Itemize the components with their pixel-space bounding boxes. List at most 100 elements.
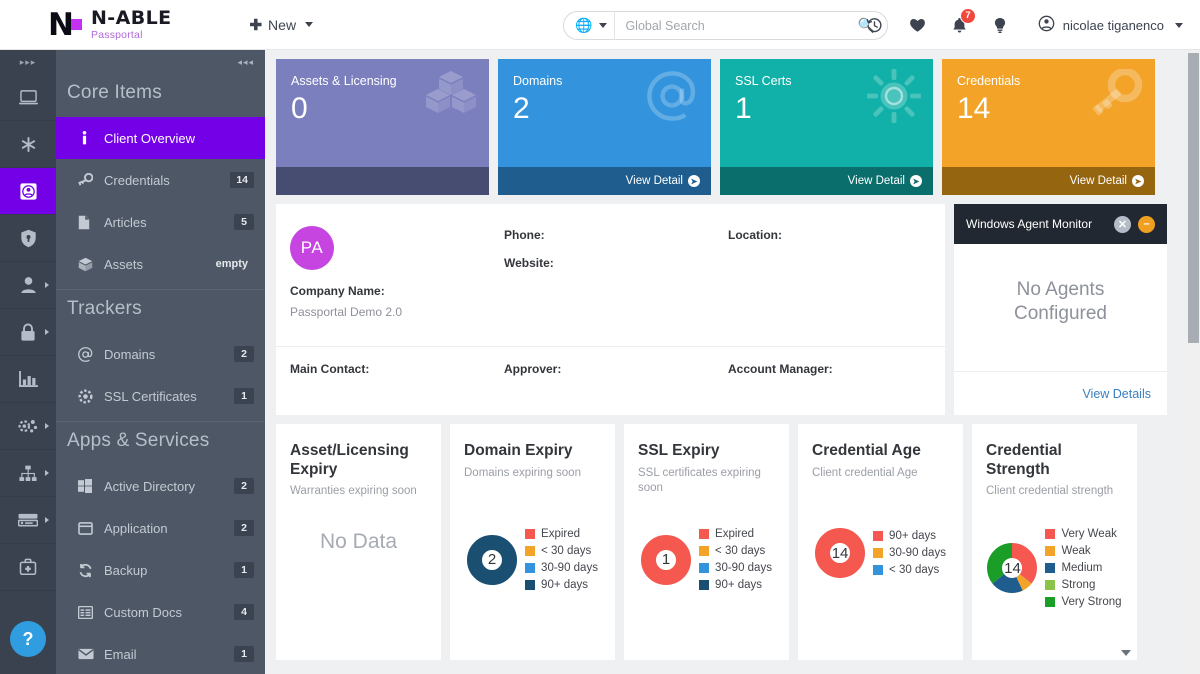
sidebar-item-badge: empty xyxy=(215,258,248,270)
stat-card-domains[interactable]: Domains 2 View Detail ➤ xyxy=(498,59,711,195)
stat-card-credentials[interactable]: Credentials 14 View Detail ➤ xyxy=(942,59,1155,195)
stat-card-footer[interactable]: View Detail ➤ xyxy=(498,167,711,195)
chart-legend: Expired < 30 days 30-90 days 90+ days xyxy=(699,528,772,591)
rail-item-reports[interactable] xyxy=(0,356,56,403)
sidebar-item-active-directory[interactable]: Active Directory 2 xyxy=(56,465,265,507)
sidebar-item-domains[interactable]: Domains 2 xyxy=(56,333,265,375)
at-sign-icon xyxy=(645,69,699,132)
stat-card-footer[interactable]: View Detail ➤ xyxy=(720,167,933,195)
chart-legend-item[interactable]: Expired xyxy=(699,528,772,540)
rail-item-dashboard[interactable] xyxy=(0,74,56,121)
chart-legend-item[interactable]: 90+ days xyxy=(525,579,598,591)
legend-label: Weak xyxy=(1061,545,1091,557)
rail-item-settings[interactable] xyxy=(0,403,56,450)
sidebar-collapse-toggle[interactable]: ◂◂◂ xyxy=(56,50,265,74)
chart-legend-item[interactable]: < 30 days xyxy=(699,545,772,557)
client-info-card: PA Company Name: Passportal Demo 2.0 Pho… xyxy=(276,204,945,415)
rail-item-security[interactable] xyxy=(0,215,56,262)
rail-item-users[interactable] xyxy=(0,262,56,309)
sun-gear-icon xyxy=(866,68,922,132)
chart-legend-item[interactable]: 90+ days xyxy=(873,530,946,542)
chevron-right-icon xyxy=(45,423,49,429)
user-menu[interactable]: nicolae tiganenco xyxy=(1038,0,1183,50)
history-icon[interactable] xyxy=(866,17,883,34)
arrow-right-icon: ➤ xyxy=(688,175,700,187)
legend-label: 30-90 days xyxy=(715,562,772,574)
donut-chart[interactable]: 14 xyxy=(815,528,866,578)
key-icon xyxy=(78,173,104,187)
new-button[interactable]: ✚ New xyxy=(249,16,314,34)
sidebar-item-client-overview[interactable]: Client Overview xyxy=(56,117,265,159)
help-button[interactable]: ? xyxy=(10,621,46,657)
sidebar-item-badge: 2 xyxy=(234,478,254,494)
close-icon[interactable]: ✕ xyxy=(1114,215,1131,233)
chart-legend-item[interactable]: 30-90 days xyxy=(873,547,946,559)
agent-empty-line-2: Configured xyxy=(1014,302,1107,324)
agent-monitor-footer: View Details xyxy=(954,371,1167,415)
chart-legend-item[interactable]: Medium xyxy=(1045,562,1121,574)
rail-item-org-structure[interactable] xyxy=(0,450,56,497)
sidebar-item-label: Backup xyxy=(104,562,148,578)
app-logo[interactable]: N N-ABLE Passportal xyxy=(48,6,171,43)
stat-card-assets-licensing[interactable]: Assets & Licensing 0 xyxy=(276,59,489,195)
chart-legend-item[interactable]: < 30 days xyxy=(525,545,598,557)
stat-card-ssl-certs[interactable]: SSL Certs 1 View Detail ➤ xyxy=(720,59,933,195)
chart-legend-item[interactable]: Strong xyxy=(1045,579,1121,591)
left-icon-rail: ▸▸▸ ? xyxy=(0,50,56,674)
chart-title: Credential Strength xyxy=(986,442,1062,478)
chart-legend-item[interactable]: Expired xyxy=(525,528,598,540)
chart-legend-item[interactable]: 90+ days xyxy=(699,579,772,591)
scroll-down-icon[interactable] xyxy=(1121,650,1131,656)
search-scope-selector[interactable]: 🌐 xyxy=(564,17,614,34)
legend-label: Very Weak xyxy=(1061,528,1117,540)
stat-card-footer[interactable]: View Detail ➤ xyxy=(942,167,1155,195)
chart-legend-item[interactable]: Very Weak xyxy=(1045,528,1121,540)
search-input[interactable] xyxy=(615,18,846,33)
legend-swatch xyxy=(1045,563,1056,573)
info-divider xyxy=(276,346,945,347)
view-details-link[interactable]: View Details xyxy=(1082,387,1151,401)
main-scrollbar[interactable] xyxy=(1187,50,1200,674)
rail-item-devices[interactable] xyxy=(0,497,56,544)
legend-label: Medium xyxy=(1061,562,1103,574)
sidebar-item-label: Email xyxy=(104,646,137,662)
chart-legend-item[interactable]: < 30 days xyxy=(873,564,946,576)
chart-legend-item[interactable]: Weak xyxy=(1045,545,1121,557)
notifications-bell-icon[interactable]: 7 xyxy=(952,7,976,34)
legend-swatch xyxy=(699,529,710,539)
sidebar-item-ssl-certificates[interactable]: SSL Certificates 1 xyxy=(56,375,265,417)
sidebar-item-assets[interactable]: Assets empty xyxy=(56,243,265,285)
donut-chart[interactable]: 2 xyxy=(467,534,518,585)
sidebar-item-badge: 2 xyxy=(234,346,254,362)
info-icon xyxy=(78,131,104,145)
legend-label: 90+ days xyxy=(889,530,937,542)
rail-item-clients[interactable] xyxy=(0,168,56,215)
rail-expand-toggle[interactable]: ▸▸▸ xyxy=(0,50,56,74)
logo-letter: N xyxy=(48,6,74,43)
tips-lightbulb-icon[interactable] xyxy=(993,17,1007,34)
chart-legend-item[interactable]: 30-90 days xyxy=(525,562,598,574)
chart-legend-item[interactable]: Very Strong xyxy=(1045,596,1122,608)
favorites-heart-icon[interactable] xyxy=(909,17,926,33)
agent-empty-line-1: No Agents xyxy=(1016,278,1105,300)
chart-title: Domain Expiry xyxy=(464,442,573,459)
sidebar-item-articles[interactable]: Articles 5 xyxy=(56,201,265,243)
rail-item-toolkit[interactable] xyxy=(0,544,56,591)
chart-card-credential-age: Credential Age Client credential Age 14 90+… xyxy=(798,424,963,660)
donut-chart[interactable]: 1 xyxy=(641,534,692,585)
rail-item-passwords[interactable] xyxy=(0,309,56,356)
minimize-icon[interactable]: – xyxy=(1138,215,1155,233)
chart-legend-item[interactable]: 30-90 days xyxy=(699,562,772,574)
sidebar-item-custom-docs[interactable]: Custom Docs 4 xyxy=(56,591,265,633)
sidebar-item-backup[interactable]: Backup 1 xyxy=(56,549,265,591)
sidebar-item-credentials[interactable]: Credentials 14 xyxy=(56,159,265,201)
rail-item-favorites[interactable] xyxy=(0,121,56,168)
sidebar-item-label: Client Overview xyxy=(104,130,196,146)
user-avatar-icon xyxy=(1038,15,1055,35)
sidebar-item-application[interactable]: Application 2 xyxy=(56,507,265,549)
scrollbar-thumb[interactable] xyxy=(1188,53,1199,343)
legend-label: 90+ days xyxy=(715,579,763,591)
legend-swatch xyxy=(1045,529,1056,539)
sidebar-item-email[interactable]: Email 1 xyxy=(56,633,265,674)
donut-chart[interactable]: 14 xyxy=(987,543,1038,593)
